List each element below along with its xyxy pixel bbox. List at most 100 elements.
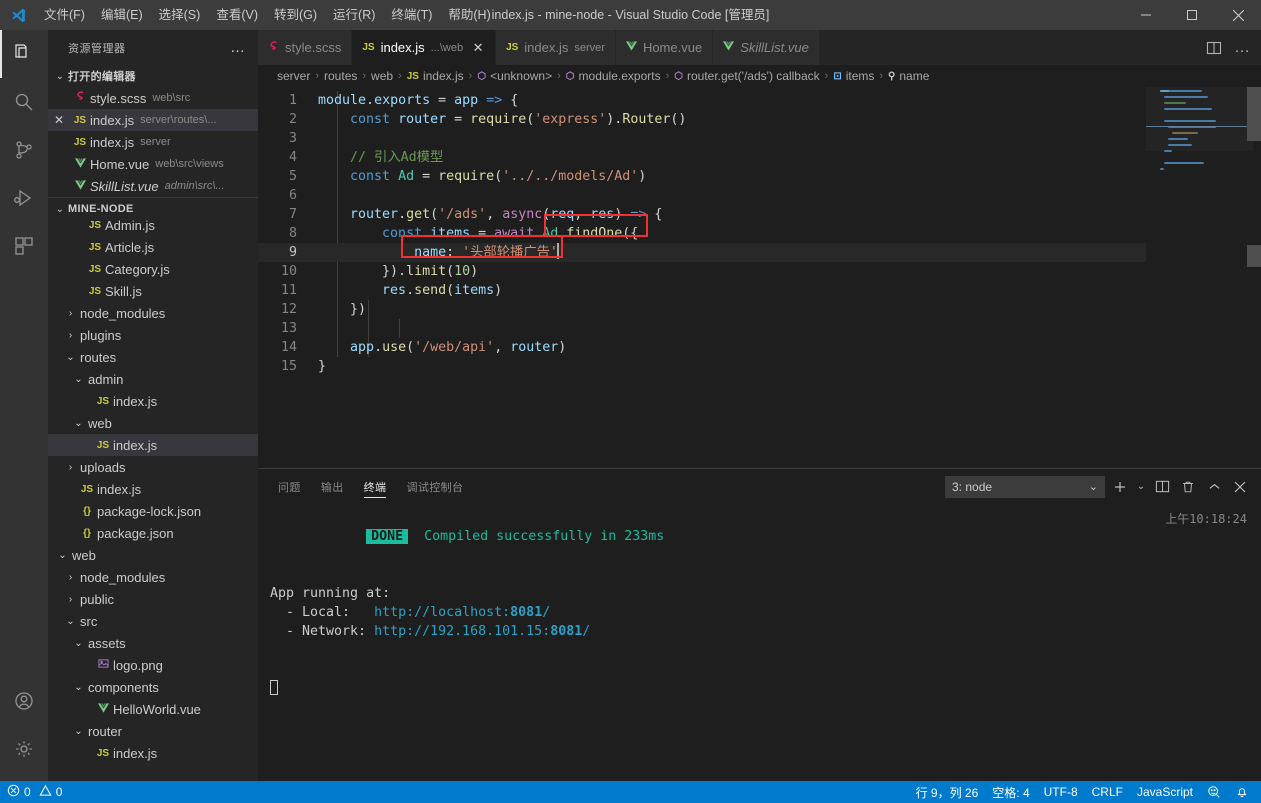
editor-scrollbar[interactable] [1247,87,1261,468]
menu-edit[interactable]: 编辑(E) [93,0,151,30]
tab-index-js-web[interactable]: JS index.js ...\web ✕ [352,30,497,65]
kill-terminal-icon[interactable] [1177,476,1199,498]
tree-folder-row[interactable]: › public [48,588,258,610]
more-actions-icon[interactable]: … [1234,39,1251,55]
breadcrumb-item[interactable]: ⊡ items [833,69,874,83]
new-terminal-dropdown-icon[interactable]: ⌄ [1135,476,1147,498]
open-editor-item[interactable]: ✕ JS index.js server\routes\... [48,109,258,131]
close-button[interactable] [1215,0,1261,30]
tree-folder-row[interactable]: ⌄ router [48,720,258,742]
panel-tab-problems[interactable]: 问题 [278,469,301,504]
tree-file-row[interactable]: JS Article.js [48,236,258,258]
tree-folder-row[interactable]: › node_modules [48,566,258,588]
local-url-prefix[interactable]: http://localhost: [374,605,510,620]
network-url-prefix[interactable]: http://192.168.101.15: [374,624,550,639]
panel-tab-debug-console[interactable]: 调试控制台 [406,469,463,504]
tree-folder-row[interactable]: › uploads [48,456,258,478]
local-port[interactable]: 8081 [510,605,542,620]
new-terminal-icon[interactable] [1109,476,1131,498]
breadcrumb-item[interactable]: routes [324,69,357,83]
tree-file-row[interactable]: HelloWorld.vue [48,698,258,720]
cursor-position[interactable]: 行 9，列 26 [909,781,986,803]
split-terminal-icon[interactable] [1151,476,1173,498]
maximize-button[interactable] [1169,0,1215,30]
panel-tab-output[interactable]: 输出 [321,469,344,504]
tab-skilllist-vue[interactable]: SkillList.vue [713,30,820,65]
tree-file-row[interactable]: JS Skill.js [48,280,258,302]
code-editor[interactable]: 1 module.exports = app => { 2 const rout… [258,87,1261,468]
split-editor-icon[interactable] [1206,40,1222,56]
settings-gear-icon[interactable] [0,725,48,773]
menu-run[interactable]: 运行(R) [325,0,383,30]
eol[interactable]: CRLF [1085,781,1130,803]
explorer-icon[interactable] [0,30,48,78]
menu-terminal[interactable]: 终端(T) [383,0,440,30]
breadcrumb-item[interactable]: JS index.js [407,69,464,83]
problems-status[interactable]: 0 0 [0,781,69,803]
local-url-suffix[interactable]: / [542,605,550,620]
open-editor-item[interactable]: JS index.js server [48,131,258,153]
network-port[interactable]: 8081 [550,624,582,639]
tree-folder-row[interactable]: › plugins [48,324,258,346]
tree-file-row[interactable]: logo.png [48,654,258,676]
close-panel-icon[interactable] [1229,476,1251,498]
network-url-suffix[interactable]: / [582,624,590,639]
tree-folder-row[interactable]: ⌄ admin [48,368,258,390]
search-icon[interactable] [0,78,48,126]
breadcrumb-item[interactable]: ⚲ name [888,69,929,83]
menu-bar[interactable]: 文件(F) 编辑(E) 选择(S) 查看(V) 转到(G) 运行(R) 终端(T… [36,0,499,30]
panel-tab-terminal[interactable]: 终端 [363,469,387,504]
run-debug-icon[interactable] [0,174,48,222]
open-editor-item[interactable]: SkillList.vue admin\src\... [48,175,258,197]
menu-file[interactable]: 文件(F) [36,0,93,30]
tree-folder-row[interactable]: › node_modules [48,302,258,324]
tree-folder-row[interactable]: ⌄ components [48,676,258,698]
tree-file-row[interactable]: {} package-lock.json [48,500,258,522]
open-editor-item[interactable]: style.scss web\src [48,87,258,109]
account-icon[interactable] [0,677,48,725]
tree-folder-row[interactable]: ⌄ assets [48,632,258,654]
extensions-icon[interactable] [0,222,48,270]
breadcrumb-item[interactable]: ⬡ router.get('/ads') callback [674,69,819,83]
window-controls[interactable] [1123,0,1261,30]
tree-file-row[interactable]: JS index.js [48,390,258,412]
indentation[interactable]: 空格: 4 [985,781,1036,803]
breadcrumb-item[interactable]: web [371,69,393,83]
tree-folder-row[interactable]: ⌄ src [48,610,258,632]
menu-selection[interactable]: 选择(S) [151,0,209,30]
tree-folder-row[interactable]: ⌄ web [48,412,258,434]
tree-file-row[interactable]: {} package.json [48,522,258,544]
open-editor-item[interactable]: Home.vue web\src\views [48,153,258,175]
source-control-icon[interactable] [0,126,48,174]
file-tree[interactable]: JS Admin.js JS Article.js JS Category.js JS Ski… [48,214,258,781]
minimize-button[interactable] [1123,0,1169,30]
scrollbar-thumb[interactable] [1247,87,1261,141]
open-editors-section-header[interactable]: ⌄ 打开的编辑器 [48,65,258,87]
menu-help[interactable]: 帮助(H) [440,0,498,30]
language-mode[interactable]: JavaScript [1130,781,1200,803]
terminal-selector[interactable]: 3: node ⌄ [945,475,1105,498]
maximize-panel-icon[interactable] [1203,476,1225,498]
code-content[interactable]: 1 module.exports = app => { 2 const rout… [258,87,1146,468]
menu-go[interactable]: 转到(G) [266,0,325,30]
tab-style-scss[interactable]: style.scss [258,30,353,65]
breadcrumb-item[interactable]: ⬡ <unknown> [477,69,552,83]
minimap[interactable] [1146,87,1261,468]
terminal-output[interactable]: 上午10:18:24 DONE Compiled successfully in… [258,504,1261,781]
notifications-bell-icon[interactable] [1228,781,1261,803]
encoding[interactable]: UTF-8 [1037,781,1085,803]
feedback-icon[interactable] [1200,781,1228,803]
tree-file-row[interactable]: JS Admin.js [48,214,258,236]
tree-file-row[interactable]: JS index.js [48,478,258,500]
close-icon[interactable]: ✕ [471,40,485,56]
breadcrumb-item[interactable]: server [277,69,310,83]
breadcrumb-item[interactable]: ⬡ module.exports [566,69,661,83]
tab-home-vue[interactable]: Home.vue [615,30,714,65]
tree-file-row[interactable]: JS Category.js [48,258,258,280]
sidebar-more-actions-icon[interactable]: … [224,40,252,55]
tree-folder-row[interactable]: ⌄ routes [48,346,258,368]
scrollbar-thumb-lower[interactable] [1247,245,1261,267]
tree-folder-row[interactable]: ⌄ web [48,544,258,566]
close-editor-icon[interactable]: ✕ [48,113,70,127]
tree-file-row[interactable]: JS index.js [48,742,258,764]
